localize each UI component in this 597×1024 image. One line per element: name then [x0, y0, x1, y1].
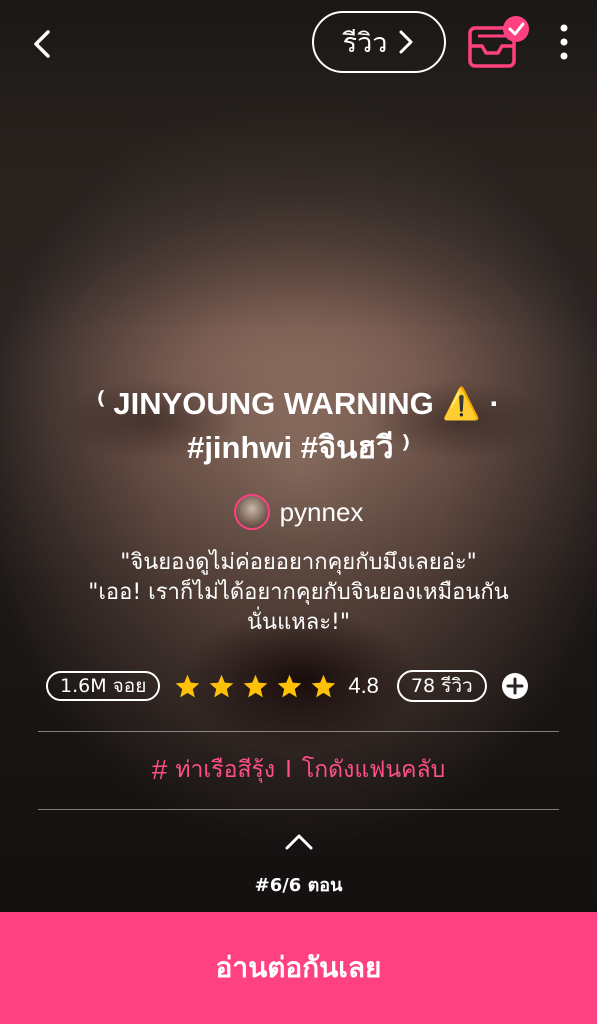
rating-stars [174, 673, 344, 700]
story-title-line-1: ⁽ JINYOUNG WARNING ⚠️ · [97, 386, 500, 421]
description-line-2: "เออ! เราก็ไม่ได้อยากคุยกับจินยองเหมือนก… [88, 580, 509, 605]
star-icon [278, 674, 302, 697]
add-to-shelf-button[interactable] [466, 12, 532, 70]
story-title: ⁽ JINYOUNG WARNING ⚠️ · #jinhwi #จินฮวี … [20, 382, 577, 470]
more-vertical-icon [560, 24, 568, 60]
author-name: pynnex [279, 496, 364, 527]
tag-link-2[interactable]: โกดังแฟนคลับ [302, 752, 445, 788]
author-avatar [233, 494, 270, 530]
story-cover-screen: รีวิว ⁽ JINYOUNG WARNING ⚠️ · #jinhwi #จ… [0, 0, 597, 1024]
views-badge: 1.6M จอย [46, 671, 161, 701]
author-link[interactable]: pynnex [0, 492, 597, 532]
description-line-3: นั่นแหละ!" [247, 610, 350, 635]
star-icon [210, 674, 234, 697]
story-stats: 1.6M จอย 4.8 78 รีวิว [46, 668, 556, 704]
star-icon [176, 674, 200, 697]
more-options-button[interactable] [552, 20, 576, 64]
continue-reading-button[interactable]: อ่านต่อกันเลย [0, 912, 597, 1024]
story-title-line-2: #jinhwi #จินฮวี ⁾ [187, 430, 410, 465]
chevron-right-icon [399, 30, 413, 54]
back-arrow-icon [34, 30, 50, 58]
review-button-label: รีวิว [342, 27, 388, 59]
story-description: "จินยองดูไม่ค่อยอยากคุยกับมึงเลยอ่ะ" "เอ… [30, 548, 567, 638]
rating-value: 4.8 [348, 673, 379, 698]
tag-separator: I [285, 757, 292, 783]
chevron-up-icon[interactable] [283, 830, 315, 852]
star-icon [312, 674, 336, 697]
bookshelf-check-icon [468, 16, 529, 68]
description-line-1: "จินยองดูไม่ค่อยอยากคุยกับมึงเลยอ่ะ" [120, 550, 477, 575]
reviews-count-button[interactable]: 78 รีวิว [396, 670, 487, 702]
continue-reading-label: อ่านต่อกันเลย [215, 951, 382, 984]
star-icon [244, 674, 268, 697]
divider [38, 731, 559, 732]
plus-circle-icon[interactable] [501, 672, 529, 700]
tag-link-1[interactable]: ท่าเรือสีรุ้ง [175, 752, 275, 788]
hash-icon: # [151, 754, 168, 785]
back-button[interactable] [24, 24, 60, 64]
divider [38, 809, 559, 810]
category-tags: # ท่าเรือสีรุ้ง I โกดังแฟนคลับ [0, 748, 597, 792]
review-button[interactable]: รีวิว [312, 11, 446, 73]
episode-count: #6/6 ตอน [254, 875, 343, 896]
